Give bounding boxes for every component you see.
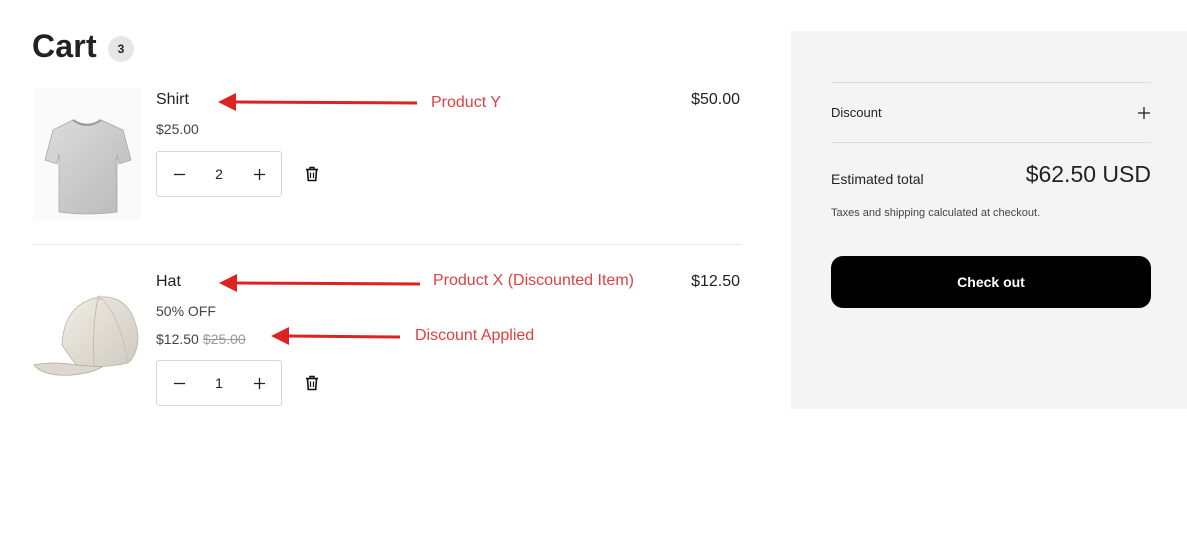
increase-quantity-button[interactable] xyxy=(237,361,281,405)
annotation-product-y: Product Y xyxy=(431,94,501,111)
estimated-total-value: $62.50 USD xyxy=(1025,161,1151,187)
discount-toggle-label[interactable]: Discount xyxy=(831,105,882,120)
increase-quantity-button[interactable] xyxy=(237,152,281,196)
plus-icon xyxy=(253,377,265,389)
quantity-input[interactable] xyxy=(201,373,237,393)
minus-icon xyxy=(173,173,185,175)
item-price-row-hat: $12.50 $25.00 xyxy=(156,331,246,347)
line-total-shirt: $50.00 xyxy=(691,91,740,108)
checkout-button[interactable]: Check out xyxy=(831,256,1151,308)
plus-icon xyxy=(253,168,265,180)
plus-icon xyxy=(1138,107,1150,119)
product-image-shirt[interactable] xyxy=(33,88,141,220)
remove-item-button-shirt[interactable] xyxy=(302,163,322,185)
decrease-quantity-button[interactable] xyxy=(157,361,201,405)
cart-title: Cart xyxy=(32,28,97,64)
discount-toggle-button[interactable] xyxy=(1135,104,1153,122)
trash-icon xyxy=(306,375,318,391)
line-total-hat: $12.50 xyxy=(691,273,740,290)
item-price-shirt: $25.00 xyxy=(156,121,199,137)
item-compare-price-hat: $25.00 xyxy=(202,331,246,347)
trash-icon xyxy=(306,166,318,182)
minus-icon xyxy=(173,382,185,384)
cart-count-badge: 3 xyxy=(108,36,134,62)
summary-divider xyxy=(831,82,1151,83)
estimated-total-label: Estimated total xyxy=(831,171,924,187)
decrease-quantity-button[interactable] xyxy=(157,152,201,196)
quantity-selector-hat xyxy=(156,360,282,406)
annotation-arrow-product-y xyxy=(218,93,418,111)
annotation-product-x: Product X (Discounted Item) xyxy=(433,272,634,289)
annotation-arrow-product-x xyxy=(219,274,421,292)
annotation-arrow-discount-applied xyxy=(271,327,401,345)
quantity-selector-shirt xyxy=(156,151,282,197)
annotation-discount-applied: Discount Applied xyxy=(415,327,535,344)
item-name-shirt[interactable]: Shirt xyxy=(156,91,189,109)
item-sale-price-hat: $12.50 xyxy=(156,331,199,347)
item-divider xyxy=(33,244,741,245)
item-discount-badge-hat: 50% OFF xyxy=(156,303,216,319)
summary-divider xyxy=(831,142,1151,143)
tax-shipping-note: Taxes and shipping calculated at checkou… xyxy=(831,207,1041,219)
item-name-hat[interactable]: Hat xyxy=(156,273,181,291)
quantity-input[interactable] xyxy=(201,164,237,184)
product-image-hat[interactable] xyxy=(32,285,142,385)
remove-item-button-hat[interactable] xyxy=(302,372,322,394)
order-summary-panel: Discount Estimated total $62.50 USD Taxe… xyxy=(791,31,1187,409)
